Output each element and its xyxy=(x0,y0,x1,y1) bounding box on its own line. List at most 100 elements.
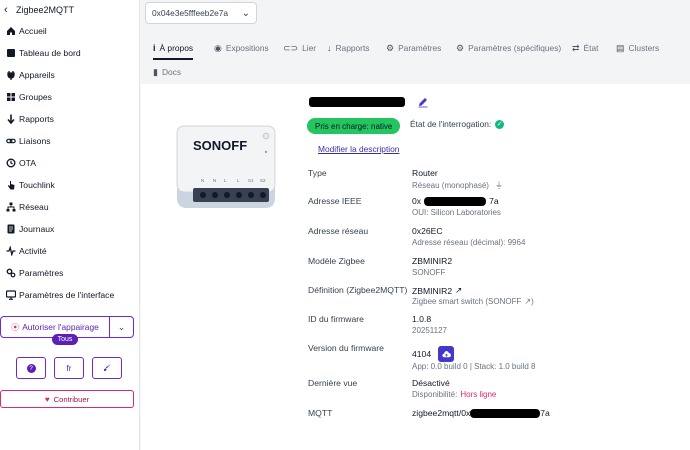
plug-icon xyxy=(4,70,18,80)
theme-button[interactable] xyxy=(92,357,122,379)
info-icon: i xyxy=(153,43,156,53)
field-value: 1.0.8 xyxy=(412,314,432,324)
sidebar-item-reseau[interactable]: Réseau xyxy=(0,196,139,218)
field-label: Définition (Zigbee2MQTT) xyxy=(308,285,408,295)
contribute-button[interactable]: ♥ Contribuer xyxy=(0,390,134,408)
sidebar-item-label: Groupes xyxy=(19,92,52,102)
groups-icon xyxy=(4,92,18,102)
touch-icon xyxy=(4,180,18,190)
sidebar-item-label: Tableau de bord xyxy=(19,48,81,58)
sidebar-item-appareils[interactable]: Appareils xyxy=(0,64,139,86)
sidebar-item-liaisons[interactable]: Liaisons xyxy=(0,130,139,152)
link-icon xyxy=(4,136,18,146)
network-icon xyxy=(4,202,18,212)
sidebar-item-label: Journaux xyxy=(19,224,55,234)
mqtt-prefix: zigbee2mqtt/0x xyxy=(412,408,471,418)
help-button[interactable]: ? xyxy=(16,357,46,379)
field-label: Modèle Zigbee xyxy=(308,256,365,266)
supported-badge: Pris en charge: native xyxy=(307,118,401,134)
sidebar-item-label: Paramètres de l'interface xyxy=(19,290,115,300)
external-link-icon[interactable]: ↗ xyxy=(455,285,462,296)
permit-join-dropdown[interactable]: ⌄ xyxy=(110,316,134,338)
field-value: ZBMINIR2 xyxy=(412,256,453,266)
tab-parametres[interactable]: ⚙ Paramètres xyxy=(386,38,441,58)
link-icon: ⊂⊃ xyxy=(283,42,299,53)
sidebar-item-rapports[interactable]: Rapports xyxy=(0,108,139,130)
tab-lier[interactable]: ⊂⊃ Lier xyxy=(283,38,316,58)
tab-label: Expositions xyxy=(225,43,269,53)
gear-icon xyxy=(4,268,18,278)
device-tabs: i À propos ◉ Expositions ⊂⊃ Lier ↓ Rappo… xyxy=(141,36,690,84)
sidebar-item-label: Rapports xyxy=(19,114,54,124)
sidebar-item-activite[interactable]: Activité xyxy=(0,240,139,262)
external-link-icon[interactable]: ↗) xyxy=(524,297,533,306)
tab-label: Clusters xyxy=(628,43,660,53)
sidebar-header[interactable]: ‹ Zigbee2MQTT xyxy=(0,0,139,20)
sidebar-item-ota[interactable]: OTA xyxy=(0,152,139,174)
tab-expositions[interactable]: ◉ Expositions xyxy=(214,38,269,58)
arrow-down-icon xyxy=(4,114,18,124)
mqtt-redacted xyxy=(470,408,541,418)
field-value: 4104 xyxy=(412,346,455,362)
plug-icon: ⏚ xyxy=(494,181,503,190)
chevron-down-icon: ⌄ xyxy=(117,321,126,332)
ieee-redacted xyxy=(424,196,487,206)
tab-a-propos[interactable]: i À propos xyxy=(153,38,194,60)
field-value: 0x 7a xyxy=(412,196,499,206)
svg-text:N: N xyxy=(213,178,216,183)
sidebar-item-parametres-interface[interactable]: Paramètres de l'interface xyxy=(0,284,139,306)
sidebar-item-label: Liaisons xyxy=(19,136,51,146)
modify-description-link[interactable]: Modifier la description xyxy=(318,144,399,154)
device-image-brand: SONOFF xyxy=(193,138,247,153)
device-select[interactable]: 0x04e3e5fffeeb2e7a ⌄ xyxy=(145,2,257,24)
sidebar-item-label: Appareils xyxy=(19,70,55,80)
field-value[interactable]: ZBMINIR2 ↗ xyxy=(412,285,462,296)
tab-parametres-specifiques[interactable]: ⚙ Paramètres (spécifiques) xyxy=(456,38,561,58)
sidebar-item-journaux[interactable]: Journaux xyxy=(0,218,139,240)
tab-etat[interactable]: ⇄ État xyxy=(572,38,598,58)
language-label: fr xyxy=(66,363,72,373)
tab-label: Rapports xyxy=(335,43,370,53)
brush-icon xyxy=(103,363,112,374)
field-sub: Zigbee smart switch (SONOFF ↗) xyxy=(412,297,534,306)
eye-icon: ◉ xyxy=(214,42,222,53)
ota-icon xyxy=(4,158,18,168)
field-sub: 20251127 xyxy=(412,326,447,335)
sidebar-item-parametres[interactable]: Paramètres xyxy=(0,262,139,284)
tab-docs[interactable]: ▮ Docs xyxy=(153,62,181,82)
sidebar-item-label: Paramètres xyxy=(19,268,64,278)
sidebar-item-label: Accueil xyxy=(19,26,47,36)
tab-rapports[interactable]: ↓ Rapports xyxy=(327,38,369,58)
tab-clusters[interactable]: ▤ Clusters xyxy=(616,38,659,58)
sidebar-item-label: Réseau xyxy=(19,202,49,212)
main-content: 0x04e3e5fffeeb2e7a ⌄ i À propos ◉ Exposi… xyxy=(141,0,690,450)
definition-link[interactable]: ZBMINIR2 xyxy=(412,286,452,296)
dashboard-icon xyxy=(4,48,18,58)
activity-icon xyxy=(4,246,18,256)
contribute-label: Contribuer xyxy=(53,394,90,404)
ieee-suffix: 7a xyxy=(489,196,499,206)
availability-link[interactable]: Hors ligne xyxy=(460,390,496,399)
settings-icon: ⚙ xyxy=(386,42,395,53)
device-name-redacted xyxy=(309,97,405,107)
field-label: MQTT xyxy=(308,408,333,418)
field-sub: Disponibilité: Hors ligne xyxy=(412,390,496,399)
clusters-icon: ▤ xyxy=(616,42,625,53)
device-select-value: 0x04e3e5fffeeb2e7a xyxy=(152,8,229,18)
tab-label: À propos xyxy=(159,43,194,53)
tab-label: État xyxy=(583,43,599,53)
firmware-version-value: 4104 xyxy=(412,349,432,359)
sidebar-item-accueil[interactable]: Accueil xyxy=(0,20,139,42)
field-label: Adresse réseau xyxy=(308,226,369,236)
sidebar-item-groupes[interactable]: Groupes xyxy=(0,86,139,108)
check-update-button[interactable] xyxy=(438,346,455,362)
check-icon: ✓ xyxy=(495,119,505,129)
sidebar-item-dashboard[interactable]: Tableau de bord xyxy=(0,42,139,64)
permit-join-label: Autoriser l'appairage xyxy=(22,322,99,332)
edit-icon[interactable] xyxy=(417,96,429,108)
chevron-left-icon[interactable]: ‹ xyxy=(4,4,16,16)
interview-label: État de l'interrogation: xyxy=(410,119,492,129)
device-image: N N L L S1 S2 SONOFF xyxy=(176,125,276,208)
language-button[interactable]: fr xyxy=(54,357,84,379)
sidebar-item-touchlink[interactable]: Touchlink xyxy=(0,174,139,196)
